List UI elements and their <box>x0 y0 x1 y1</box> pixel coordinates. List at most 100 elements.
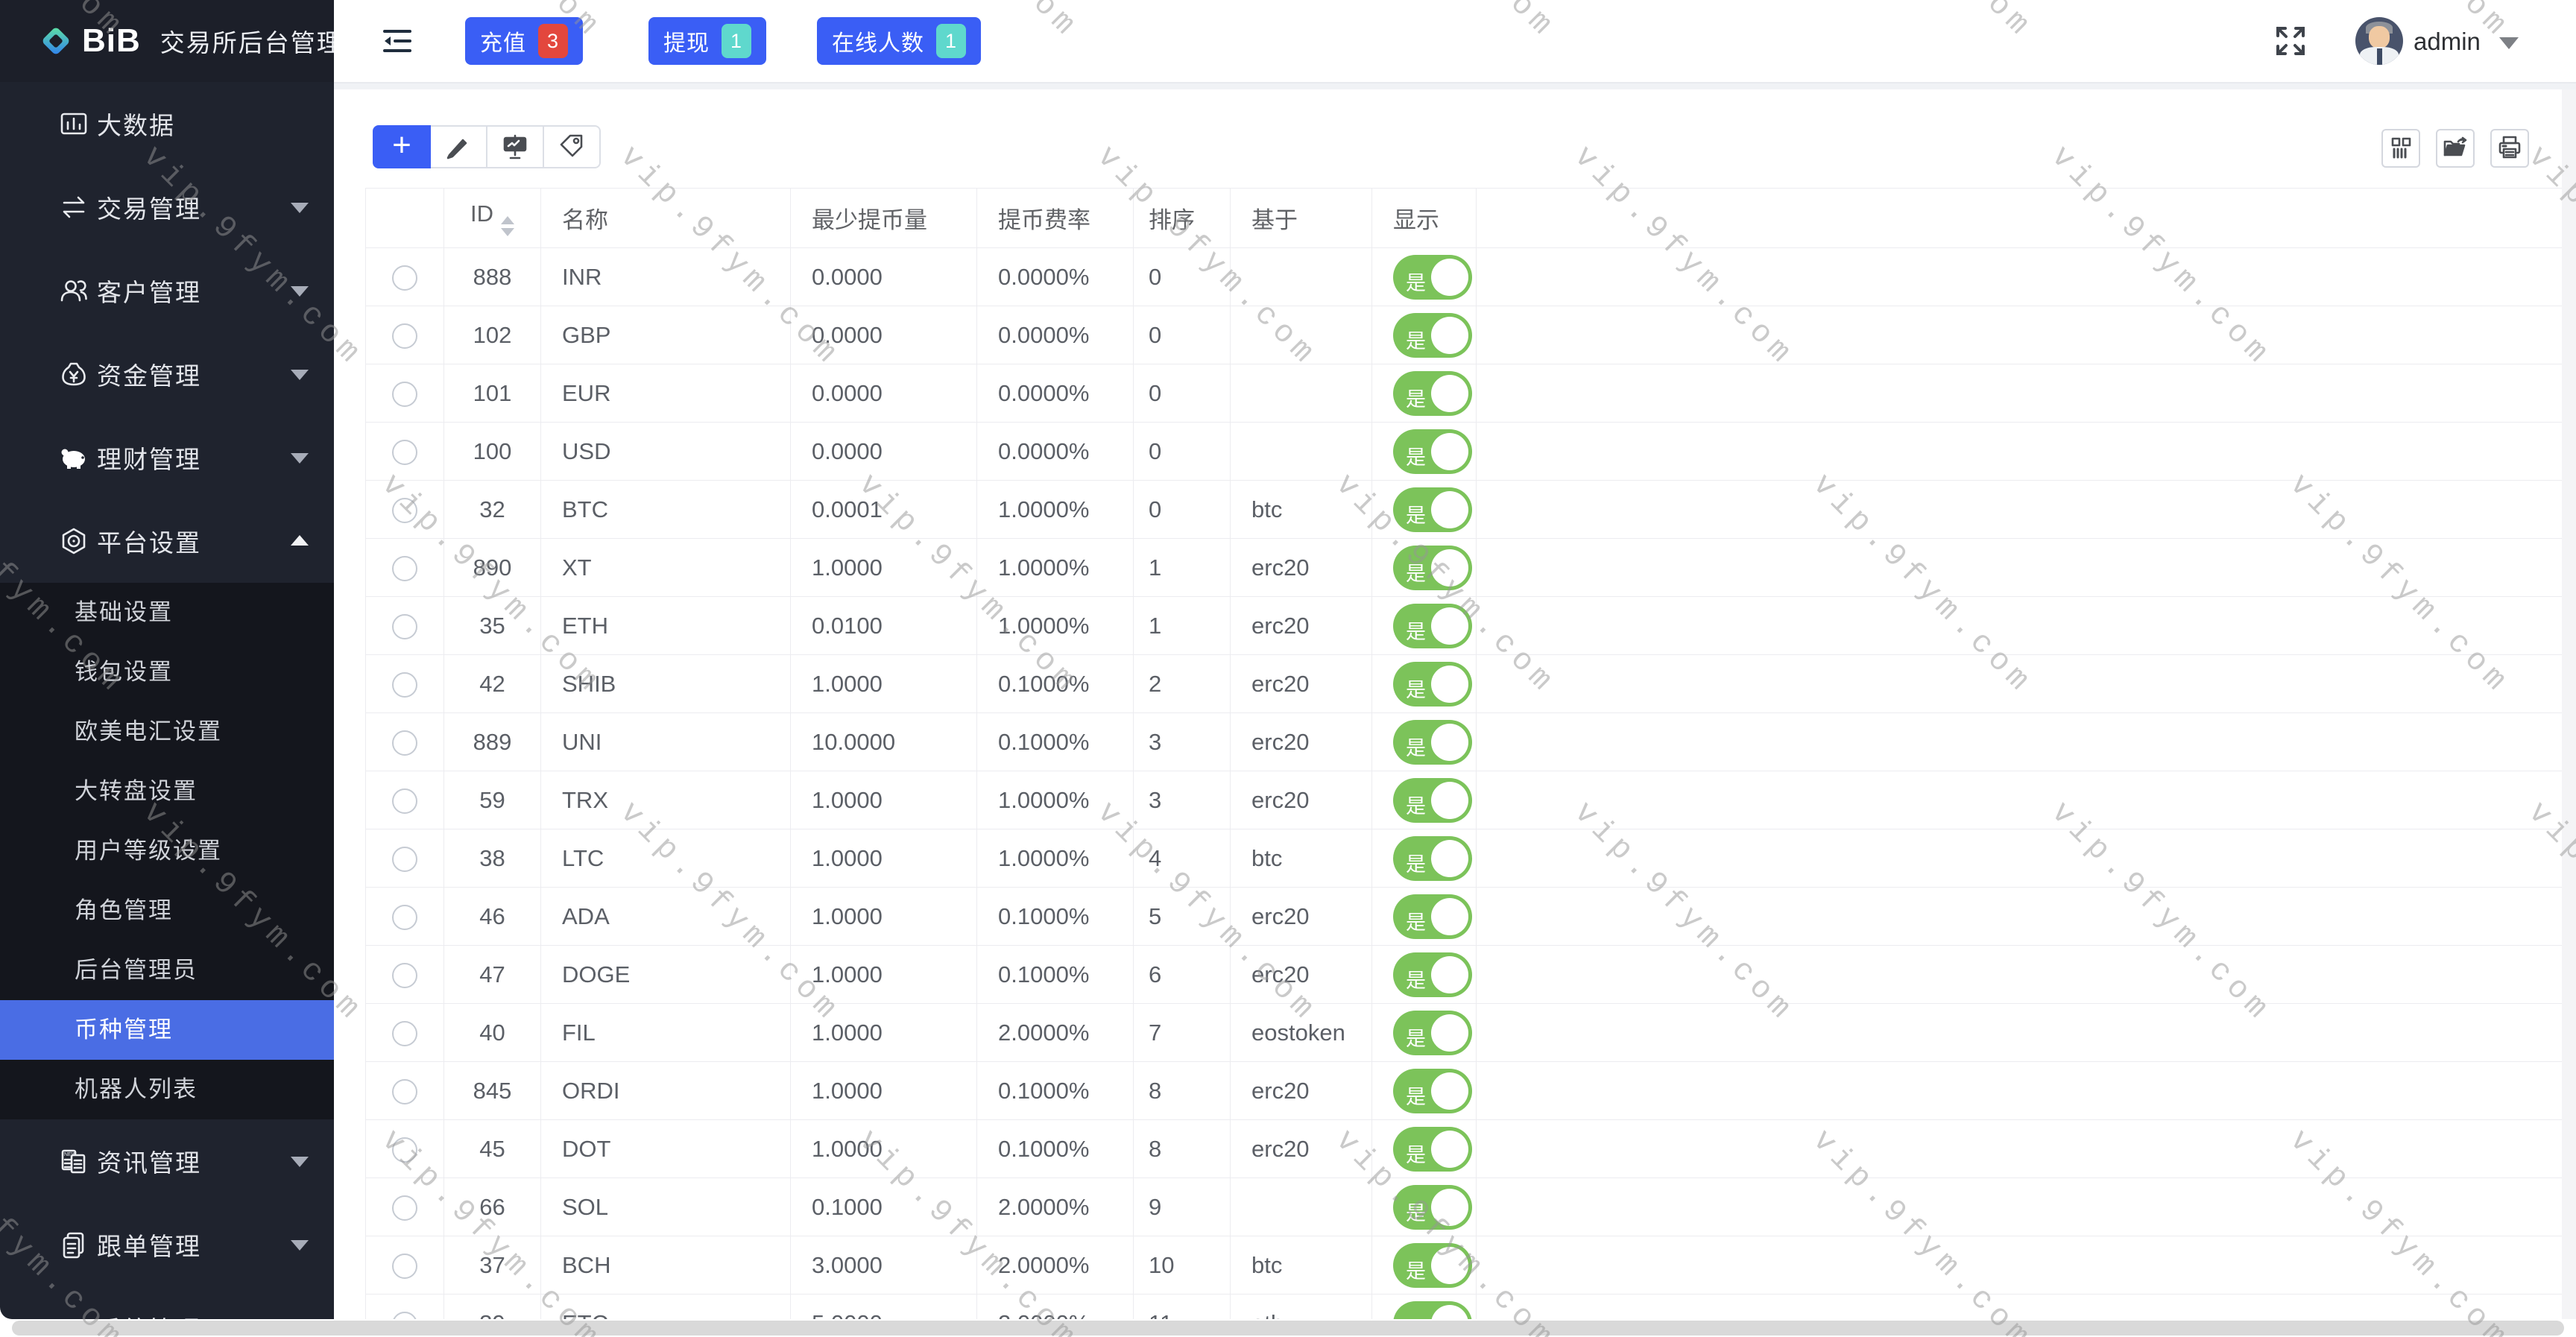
show-toggle[interactable]: 是 <box>1393 1243 1472 1288</box>
row-radio[interactable] <box>392 847 417 872</box>
stat-button-充值[interactable]: 充值3 <box>465 17 583 65</box>
show-toggle[interactable]: 是 <box>1393 1011 1472 1055</box>
add-button[interactable]: + <box>373 125 431 168</box>
stat-button-在线人数[interactable]: 在线人数1 <box>817 17 981 65</box>
avatar[interactable] <box>2355 17 2403 65</box>
sidebar-subitem-钱包设置[interactable]: 钱包设置 <box>0 642 334 702</box>
show-toggle[interactable]: 是 <box>1393 255 1472 300</box>
sidebar-subitem-基础设置[interactable]: 基础设置 <box>0 583 334 642</box>
sort-icon[interactable] <box>501 216 514 236</box>
table-row-BTC: 32BTC0.00011.0000%0btc是 <box>366 481 2563 539</box>
cell-name: SOL <box>541 1178 791 1236</box>
cell-base <box>1231 1178 1372 1236</box>
header-divider <box>334 83 2576 89</box>
export-button[interactable] <box>2436 129 2475 168</box>
show-toggle[interactable]: 是 <box>1393 1069 1472 1113</box>
sidebar-subitem-大转盘设置[interactable]: 大转盘设置 <box>0 762 334 821</box>
cell-filler <box>1477 1004 2563 1062</box>
print-button[interactable] <box>2490 129 2529 168</box>
sidebar-subitem-欧美电汇设置[interactable]: 欧美电汇设置 <box>0 702 334 762</box>
cell-fee-rate: 0.1000% <box>977 713 1134 771</box>
row-radio[interactable] <box>392 265 417 291</box>
sidebar-item-交易管理[interactable]: 交易管理 <box>0 165 334 249</box>
platform-icon <box>58 525 89 557</box>
show-toggle[interactable]: 是 <box>1393 604 1472 648</box>
sidebar-subitem-后台管理员[interactable]: 后台管理员 <box>0 941 334 1000</box>
cell-show: 是 <box>1372 1120 1477 1178</box>
row-radio[interactable] <box>392 614 417 639</box>
sidebar-item-大数据[interactable]: 大数据 <box>0 82 334 165</box>
edit-button[interactable] <box>429 125 487 168</box>
show-toggle[interactable]: 是 <box>1393 952 1472 997</box>
cell-base <box>1231 423 1372 481</box>
row-radio[interactable] <box>392 788 417 814</box>
sidebar-subitem-用户等级设置[interactable]: 用户等级设置 <box>0 821 334 881</box>
show-toggle[interactable]: 是 <box>1393 371 1472 416</box>
row-radio[interactable] <box>392 556 417 581</box>
row-radio[interactable] <box>392 440 417 465</box>
cell-fee-rate: 0.0000% <box>977 364 1134 423</box>
user-name[interactable]: admin <box>2414 28 2481 56</box>
sidebar-item-资讯管理[interactable]: NEW资讯管理 <box>0 1119 334 1203</box>
cell-name: USD <box>541 423 791 481</box>
show-toggle[interactable]: 是 <box>1393 662 1472 707</box>
chevron-down-icon <box>291 1157 309 1167</box>
fullscreen-icon[interactable] <box>2272 22 2309 60</box>
cell-select <box>366 1178 444 1236</box>
show-toggle[interactable]: 是 <box>1393 487 1472 532</box>
cell-show: 是 <box>1372 1004 1477 1062</box>
show-toggle[interactable]: 是 <box>1393 429 1472 474</box>
user-dropdown-caret-icon[interactable] <box>2499 37 2519 49</box>
show-toggle[interactable]: 是 <box>1393 1185 1472 1230</box>
row-radio[interactable] <box>392 1195 417 1221</box>
sidebar-item-理财管理[interactable]: 理财管理 <box>0 416 334 499</box>
row-radio[interactable] <box>392 1079 417 1104</box>
cell-show: 是 <box>1372 771 1477 829</box>
sidebar-item-系统管理[interactable]: 系统管理 <box>0 1286 334 1319</box>
row-radio[interactable] <box>392 730 417 756</box>
row-radio[interactable] <box>392 323 417 349</box>
board-button[interactable] <box>486 125 544 168</box>
row-radio[interactable] <box>392 1254 417 1279</box>
menu-fold-icon[interactable] <box>380 24 414 58</box>
cell-id: 102 <box>444 306 541 364</box>
logo[interactable]: BiB 交易所后台管理 <box>0 0 334 82</box>
horizontal-scrollbar[interactable] <box>12 1321 2564 1336</box>
show-toggle[interactable]: 是 <box>1393 1301 1472 1320</box>
sidebar-item-资金管理[interactable]: 资金管理 <box>0 332 334 416</box>
stat-badge: 3 <box>538 24 568 58</box>
sidebar-item-客户管理[interactable]: 客户管理 <box>0 249 334 332</box>
show-toggle[interactable]: 是 <box>1393 894 1472 939</box>
columns-button[interactable] <box>2381 129 2420 168</box>
row-radio[interactable] <box>392 672 417 698</box>
row-radio[interactable] <box>392 498 417 523</box>
sidebar-item-平台设置[interactable]: 平台设置 <box>0 499 334 583</box>
toggle-label: 是 <box>1406 1081 1426 1110</box>
show-toggle[interactable]: 是 <box>1393 313 1472 358</box>
show-toggle[interactable]: 是 <box>1393 1127 1472 1172</box>
show-toggle[interactable]: 是 <box>1393 546 1472 590</box>
cell-show: 是 <box>1372 888 1477 946</box>
sidebar-subitem-机器人列表[interactable]: 机器人列表 <box>0 1060 334 1119</box>
show-toggle[interactable]: 是 <box>1393 720 1472 765</box>
sidebar-subitem-币种管理[interactable]: 币种管理 <box>0 1000 334 1060</box>
cell-base: erc20 <box>1231 1120 1372 1178</box>
row-radio[interactable] <box>392 1312 417 1319</box>
cell-filler <box>1477 248 2563 306</box>
show-toggle[interactable]: 是 <box>1393 778 1472 823</box>
table-row-GBP: 102GBP0.00000.0000%0是 <box>366 306 2563 364</box>
sidebar-subitem-角色管理[interactable]: 角色管理 <box>0 881 334 941</box>
tag-button[interactable] <box>543 125 601 168</box>
cell-select <box>366 829 444 888</box>
row-radio[interactable] <box>392 1137 417 1163</box>
row-radio[interactable] <box>392 1021 417 1046</box>
row-radio[interactable] <box>392 905 417 930</box>
sidebar-item-跟单管理[interactable]: 跟单管理 <box>0 1203 334 1286</box>
show-toggle[interactable]: 是 <box>1393 836 1472 881</box>
cell-id: 100 <box>444 423 541 481</box>
stat-button-提现[interactable]: 提现1 <box>648 17 766 65</box>
row-radio[interactable] <box>392 963 417 988</box>
cell-select <box>366 1236 444 1295</box>
toggle-knob <box>1431 433 1468 470</box>
row-radio[interactable] <box>392 382 417 407</box>
